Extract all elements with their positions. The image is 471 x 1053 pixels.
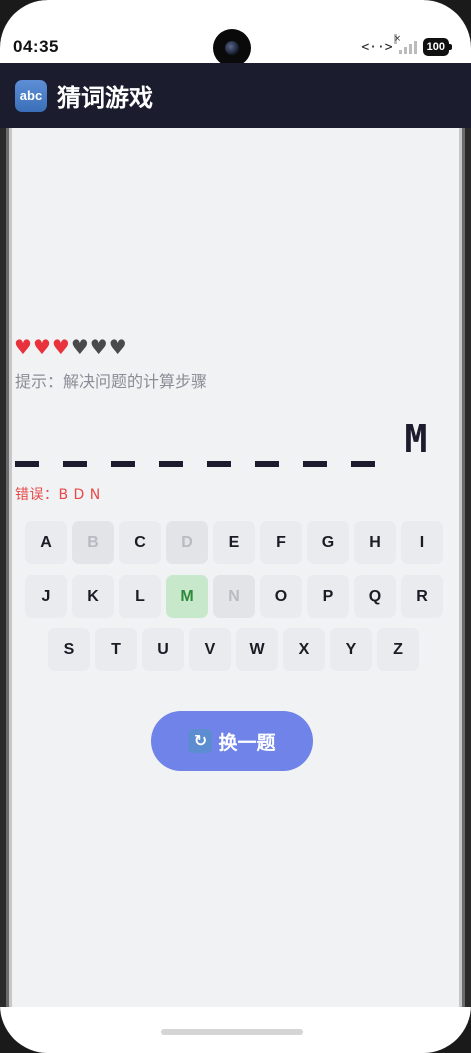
keyboard-row: JKLMNOPQR <box>25 575 443 618</box>
word-letter-slot <box>13 415 51 467</box>
key-p[interactable]: P <box>307 575 349 618</box>
key-j[interactable]: J <box>25 575 67 618</box>
word-letter-slot <box>349 415 387 467</box>
data-transfer-icon: <··> <box>361 39 393 55</box>
home-indicator[interactable] <box>161 1029 303 1035</box>
phone-screen: 04:35 <··> × 100 abc 猜词游戏 ♥♥♥♥♥♥ 提示：解决问题… <box>0 0 471 1053</box>
heart-full-icon: ♥ <box>51 335 71 359</box>
word-letter-slot <box>301 415 339 467</box>
app-header: abc 猜词游戏 <box>0 63 471 128</box>
key-t[interactable]: T <box>95 628 137 671</box>
key-g[interactable]: G <box>307 521 349 564</box>
key-q[interactable]: Q <box>354 575 396 618</box>
key-c[interactable]: C <box>119 521 161 564</box>
key-y[interactable]: Y <box>330 628 372 671</box>
key-w[interactable]: W <box>236 628 278 671</box>
word-letter-slot <box>61 415 99 467</box>
status-time: 04:35 <box>13 37 59 56</box>
key-n[interactable]: N <box>213 575 255 618</box>
word-letter-slot <box>109 415 147 467</box>
page-title: 猜词游戏 <box>57 84 153 112</box>
front-camera <box>213 29 251 67</box>
status-bar: 04:35 <··> × 100 <box>0 0 471 67</box>
word-display: M <box>13 415 435 467</box>
abc-logo-icon: abc <box>15 80 47 112</box>
key-v[interactable]: V <box>189 628 231 671</box>
key-o[interactable]: O <box>260 575 302 618</box>
key-b[interactable]: B <box>72 521 114 564</box>
refresh-icon: ↻ <box>188 729 213 753</box>
key-s[interactable]: S <box>48 628 90 671</box>
key-r[interactable]: R <box>401 575 443 618</box>
key-e[interactable]: E <box>213 521 255 564</box>
signal-icon: × <box>393 34 417 54</box>
keyboard-row: STUVWXYZ <box>48 628 419 671</box>
status-icons: <··> × 100 <box>361 34 453 56</box>
word-letter-slot: M <box>404 417 428 461</box>
heart-empty-icon: ♥ <box>70 335 90 359</box>
key-z[interactable]: Z <box>377 628 419 671</box>
heart-full-icon: ♥ <box>14 335 33 359</box>
new-word-label: 换一题 <box>218 731 276 754</box>
word-letter-slot <box>253 415 291 467</box>
wrong-letters: 错误：B D N <box>15 487 101 503</box>
key-l[interactable]: L <box>119 575 161 618</box>
key-f[interactable]: F <box>260 521 302 564</box>
key-m[interactable]: M <box>166 575 208 618</box>
key-h[interactable]: H <box>354 521 396 564</box>
lives-indicator: ♥♥♥♥♥♥ <box>14 335 128 359</box>
navigation-bar <box>0 1007 471 1053</box>
battery-icon: 100 <box>422 38 453 56</box>
keyboard-row: ABCDEFGHI <box>25 521 443 564</box>
heart-full-icon: ♥ <box>32 335 52 359</box>
key-x[interactable]: X <box>283 628 325 671</box>
key-a[interactable]: A <box>25 521 67 564</box>
new-word-button[interactable]: ↻ 换一题 <box>151 711 313 771</box>
key-i[interactable]: I <box>401 521 443 564</box>
heart-empty-icon: ♥ <box>89 335 109 359</box>
hint-text: 提示：解决问题的计算步骤 <box>15 372 208 391</box>
word-letter-slot <box>157 415 195 467</box>
key-k[interactable]: K <box>72 575 114 618</box>
key-d[interactable]: D <box>166 521 208 564</box>
heart-empty-icon: ♥ <box>108 335 128 359</box>
word-letter-slot <box>205 415 243 467</box>
key-u[interactable]: U <box>142 628 184 671</box>
